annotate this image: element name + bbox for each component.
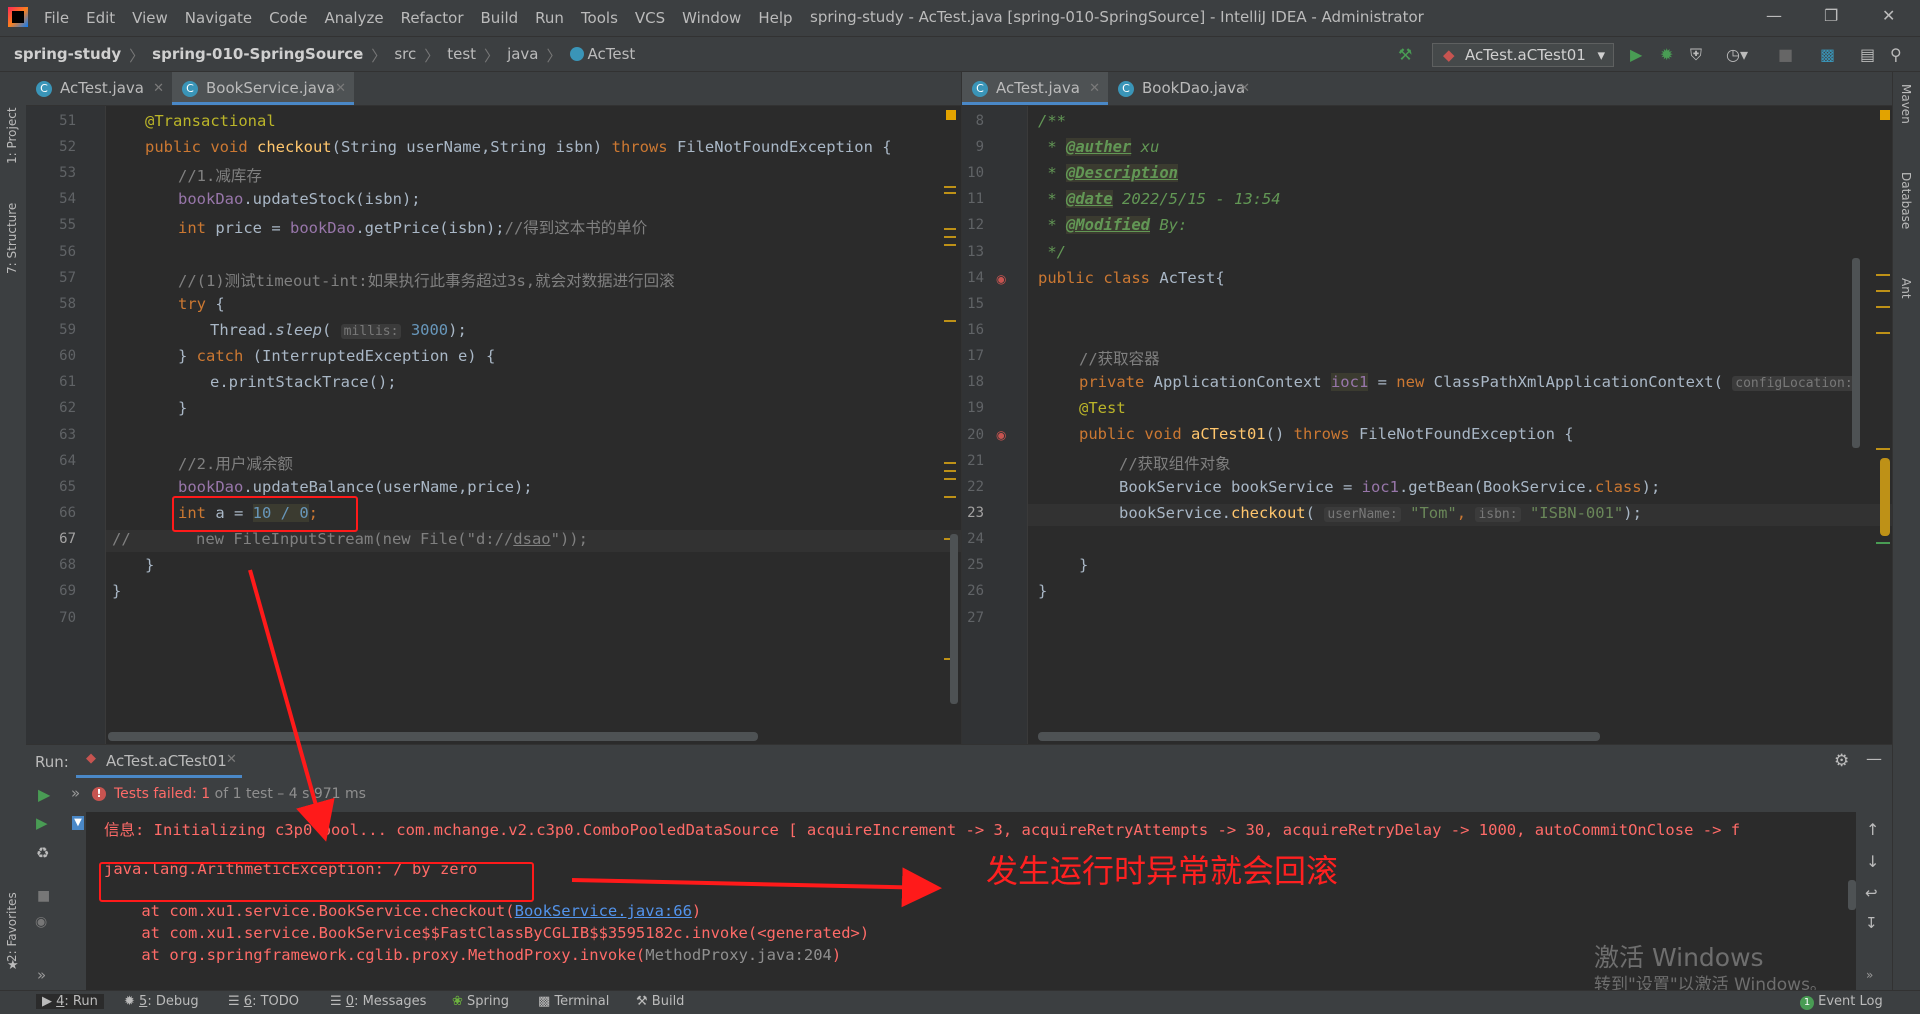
arrow-to-exception	[248, 569, 335, 842]
terminal-tool-button[interactable]: ▩ Terminal	[538, 994, 609, 1009]
spring-tool-button[interactable]: ❀ Spring	[452, 994, 509, 1009]
event-log-tool-button[interactable]: 1 Event Log	[1800, 994, 1883, 1010]
tool-label: Build	[651, 994, 685, 1009]
tool-label: : TODO	[252, 994, 300, 1009]
tool-label: : Debug	[147, 994, 199, 1009]
play-icon: ▶	[42, 994, 52, 1009]
tool-number: 6	[243, 994, 253, 1009]
messages-icon: ☰	[330, 994, 342, 1009]
tool-label: Terminal	[554, 994, 610, 1009]
arrow-to-annotation	[571, 867, 942, 908]
tool-label: Event Log	[1818, 994, 1883, 1009]
annotation-text: 发生运行时异常就会回滚	[986, 852, 1339, 890]
build-tool-button[interactable]: ⚒ Build	[636, 994, 684, 1009]
bottom-tool-bar: ▶ 4: Run ✹ 5: Debug ☰ 6: TODO ☰ 0: Messa…	[0, 990, 1920, 1014]
annotation-arrows	[248, 569, 942, 908]
todo-tool-button[interactable]: ☰ 6: TODO	[228, 994, 299, 1009]
hammer-icon: ⚒	[636, 994, 648, 1009]
run-tool-button[interactable]: ▶ 4: Run	[36, 994, 104, 1009]
tool-label: : Messages	[354, 994, 427, 1009]
list-icon: ☰	[228, 994, 240, 1009]
bug-icon: ✹	[124, 994, 135, 1009]
tool-number: 0	[345, 994, 355, 1009]
spring-leaf-icon: ❀	[452, 994, 463, 1009]
activation-watermark-title: 激活 Windows	[1594, 943, 1764, 972]
terminal-icon: ▩	[538, 994, 551, 1009]
tool-label: : Run	[64, 994, 98, 1009]
debug-tool-button[interactable]: ✹ 5: Debug	[124, 994, 199, 1009]
event-count-badge: 1	[1800, 996, 1814, 1010]
tool-label: Spring	[467, 994, 509, 1009]
messages-tool-button[interactable]: ☰ 0: Messages	[330, 994, 426, 1009]
